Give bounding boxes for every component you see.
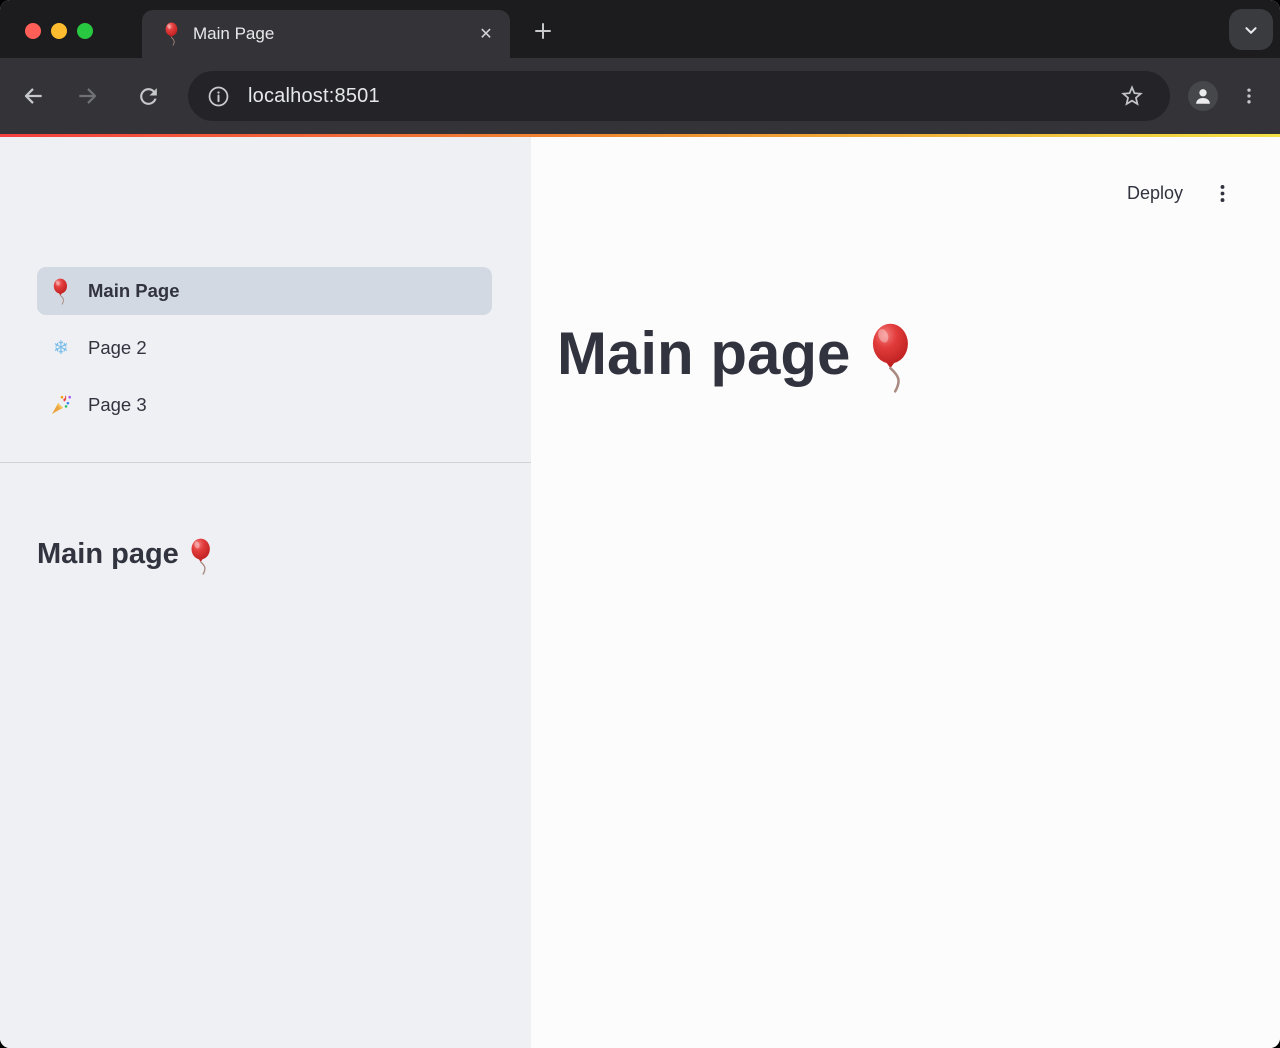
new-tab-button[interactable] xyxy=(529,17,557,45)
arrow-right-icon xyxy=(75,83,101,109)
kebab-menu-icon xyxy=(1212,182,1233,205)
sidebar-nav: Main Page ❄ Page 2 Page 3 xyxy=(37,267,492,429)
page-title: Main page xyxy=(557,319,1280,393)
person-icon xyxy=(1192,85,1214,107)
arrow-left-icon xyxy=(20,83,46,109)
browser-toolbar: localhost:8501 xyxy=(0,58,1280,134)
sidebar-item-page-3[interactable]: Page 3 xyxy=(37,381,492,429)
party-popper-icon xyxy=(50,394,72,416)
main-content: Deploy Main page xyxy=(531,137,1280,1048)
site-info-icon[interactable] xyxy=(205,83,231,109)
plus-icon xyxy=(531,19,555,43)
reload-button[interactable] xyxy=(131,79,165,113)
browser-tab-strip: Main Page ✕ xyxy=(0,0,1280,58)
app-menu-button[interactable] xyxy=(1210,181,1234,205)
tab-search-button[interactable] xyxy=(1229,9,1273,50)
window-zoom-button[interactable] xyxy=(77,23,93,39)
page-title-text: Main page xyxy=(557,319,850,388)
url-text[interactable]: localhost:8501 xyxy=(248,85,380,108)
window-controls xyxy=(25,23,93,39)
window-minimize-button[interactable] xyxy=(51,23,67,39)
balloon-icon xyxy=(50,278,72,305)
back-button[interactable] xyxy=(16,79,50,113)
address-bar[interactable]: localhost:8501 xyxy=(188,71,1170,121)
sidebar-page-heading: Main page xyxy=(37,537,501,575)
snowflake-icon: ❄ xyxy=(50,337,72,359)
browser-window: Main Page ✕ localhost:8501 xyxy=(0,0,1280,1048)
browser-tab-active[interactable]: Main Page ✕ xyxy=(142,10,510,58)
balloon-icon xyxy=(189,538,214,575)
sidebar-item-main-page[interactable]: Main Page xyxy=(37,267,492,315)
reload-icon xyxy=(136,84,161,109)
sidebar-item-page-2[interactable]: ❄ Page 2 xyxy=(37,324,492,372)
streamlit-header: Deploy xyxy=(531,137,1280,205)
profile-avatar-button[interactable] xyxy=(1188,81,1218,111)
chevron-down-icon xyxy=(1240,19,1262,41)
browser-menu-button[interactable] xyxy=(1234,79,1264,113)
bookmark-star-icon[interactable] xyxy=(1119,83,1145,109)
sidebar-item-label: Main Page xyxy=(88,280,180,302)
sidebar-item-label: Page 3 xyxy=(88,394,147,416)
sidebar-divider xyxy=(0,462,531,463)
tab-title: Main Page xyxy=(193,24,274,44)
kebab-menu-icon xyxy=(1239,85,1259,107)
sidebar-item-label: Page 2 xyxy=(88,337,147,359)
sidebar: Main Page ❄ Page 2 Page 3 Main page xyxy=(0,137,531,1048)
forward-button[interactable] xyxy=(71,79,105,113)
balloon-favicon-icon xyxy=(164,22,180,46)
deploy-button[interactable]: Deploy xyxy=(1127,181,1183,205)
toolbar-right-buttons xyxy=(1188,79,1280,113)
tab-close-icon[interactable]: ✕ xyxy=(474,22,498,46)
window-close-button[interactable] xyxy=(25,23,41,39)
streamlit-app: Main Page ❄ Page 2 Page 3 Main page xyxy=(0,137,1280,1048)
balloon-icon xyxy=(868,323,916,393)
sidebar-heading-text: Main page xyxy=(37,537,179,572)
